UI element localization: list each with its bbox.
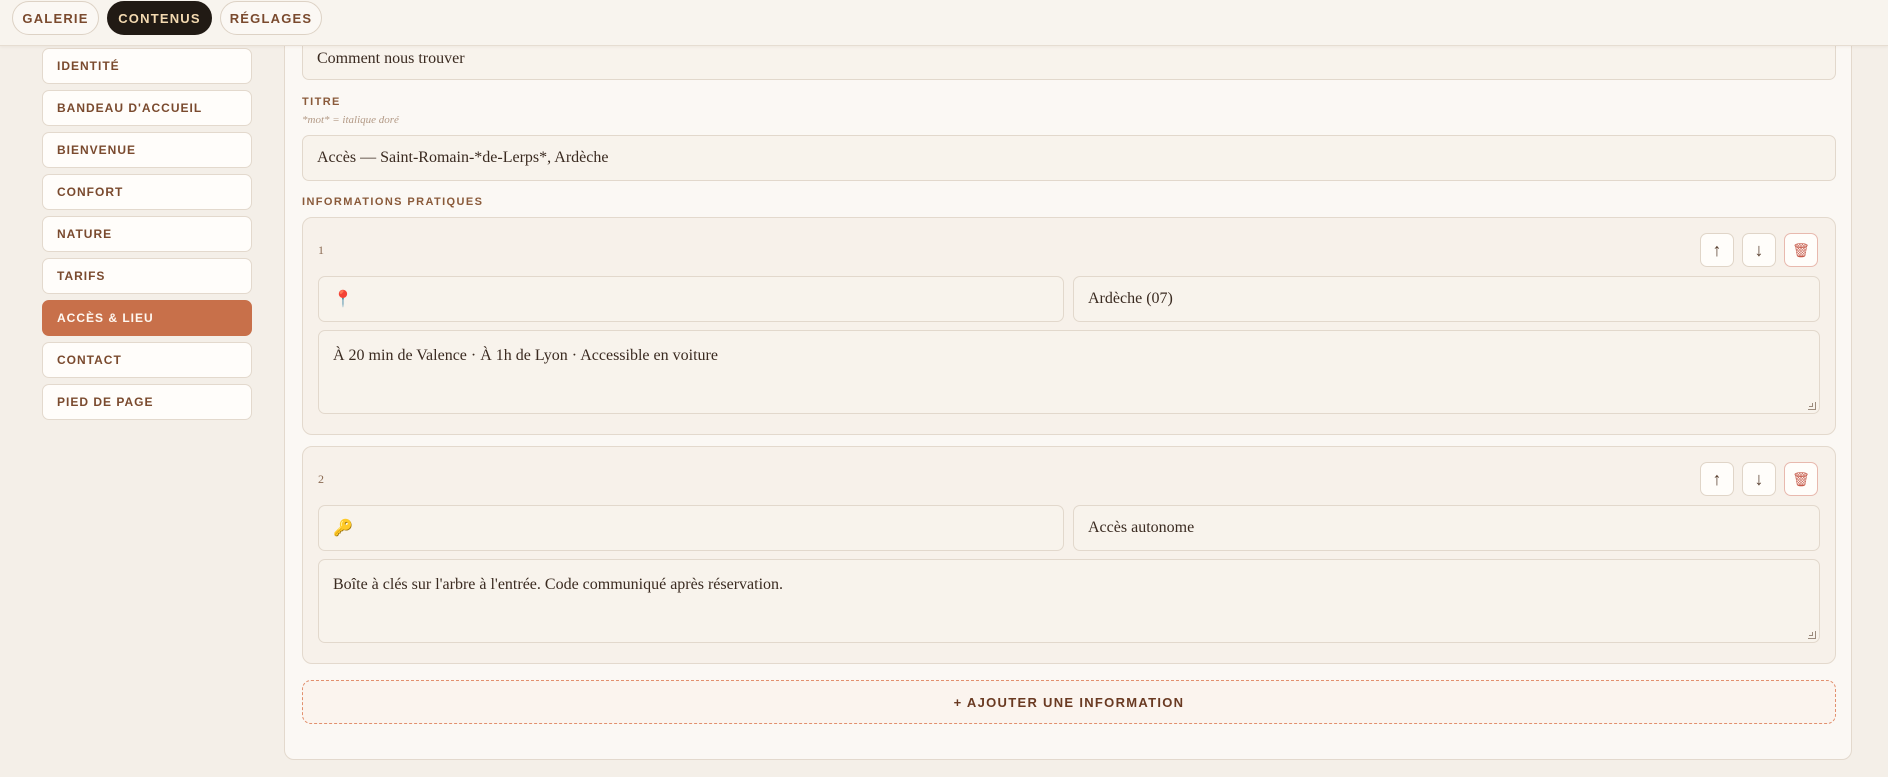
info-card-number: 1 [318, 243, 324, 257]
info-card-number: 2 [318, 472, 324, 486]
info-title-value: Ardèche (07) [1088, 290, 1173, 307]
info-icon-input[interactable]: 🔑 [318, 505, 1064, 551]
sidebar-item-contact[interactable]: CONTACT [42, 342, 252, 378]
info-text-area[interactable]: À 20 min de Valence · À 1h de Lyon · Acc… [318, 330, 1820, 414]
sidebar-item-tarifs[interactable]: TARIFS [42, 258, 252, 294]
info-title-input[interactable]: Accès autonome [1073, 505, 1820, 551]
delete-button[interactable]: 🗑 [1784, 233, 1818, 267]
info-icon-input[interactable]: 📍 [318, 276, 1064, 322]
title-label: TITRE [302, 96, 341, 108]
move-up-button[interactable]: ↑ [1700, 462, 1734, 496]
info-section-label: INFORMATIONS PRATIQUES [302, 196, 484, 208]
sidebar-item-identite[interactable]: IDENTITÉ [42, 48, 252, 84]
add-info-button[interactable]: + AJOUTER UNE INFORMATION [302, 680, 1836, 724]
title-input[interactable]: Accès — Saint-Romain-*de-Lerps*, Ardèche [302, 135, 1836, 181]
resize-handle[interactable] [1808, 402, 1816, 410]
title-hint: *mot* = italique doré [302, 114, 399, 126]
key-icon: 🔑 [333, 520, 353, 537]
sidebar-item-pied-de-page[interactable]: PIED DE PAGE [42, 384, 252, 420]
sidebar-item-acces-lieu[interactable]: ACCÈS & LIEU [42, 300, 252, 336]
resize-handle[interactable] [1808, 631, 1816, 639]
trash-icon: 🗑 [1792, 470, 1810, 487]
tab-reglages[interactable]: RÉGLAGES [220, 1, 322, 35]
info-title-value: Accès autonome [1088, 519, 1195, 536]
info-title-input[interactable]: Ardèche (07) [1073, 276, 1820, 322]
tab-contenus[interactable]: CONTENUS [107, 1, 212, 35]
trash-icon: 🗑 [1792, 241, 1810, 258]
title-value: Accès — Saint-Romain-*de-Lerps*, Ardèche [317, 149, 609, 166]
move-up-button[interactable]: ↑ [1700, 233, 1734, 267]
move-down-button[interactable]: ↓ [1742, 462, 1776, 496]
tab-galerie[interactable]: GALERIE [12, 1, 99, 35]
sidebar-item-confort[interactable]: CONFORT [42, 174, 252, 210]
move-down-button[interactable]: ↓ [1742, 233, 1776, 267]
sidebar-item-bienvenue[interactable]: BIENVENUE [42, 132, 252, 168]
info-text-value: À 20 min de Valence · À 1h de Lyon · Acc… [333, 347, 718, 364]
subtitle-value: Comment nous trouver [317, 50, 465, 67]
delete-button[interactable]: 🗑 [1784, 462, 1818, 496]
info-text-area[interactable]: Boîte à clés sur l'arbre à l'entrée. Cod… [318, 559, 1820, 643]
round-pushpin-icon: 📍 [333, 291, 353, 308]
sidebar-item-bandeau-accueil[interactable]: BANDEAU D'ACCUEIL [42, 90, 252, 126]
info-text-value: Boîte à clés sur l'arbre à l'entrée. Cod… [333, 576, 784, 593]
sidebar-item-nature[interactable]: NATURE [42, 216, 252, 252]
top-nav: GALERIE CONTENUS RÉGLAGES [0, 0, 1888, 46]
